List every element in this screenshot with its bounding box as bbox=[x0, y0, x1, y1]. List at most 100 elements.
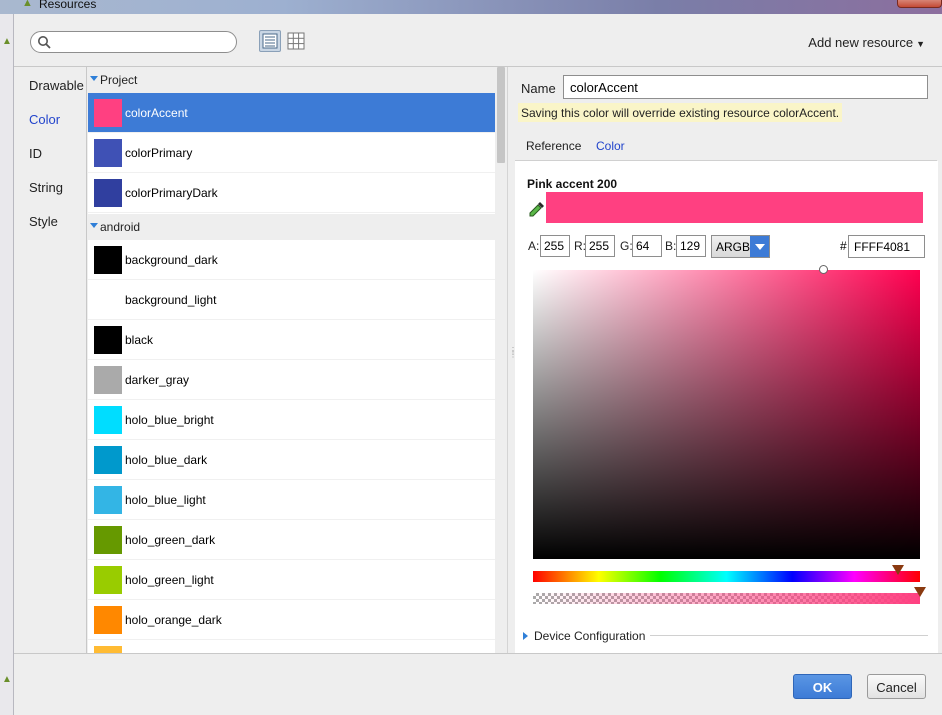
name-label: Name bbox=[521, 81, 556, 96]
resource-type-string[interactable]: String bbox=[29, 180, 63, 195]
window-close-button[interactable] bbox=[897, 0, 942, 8]
green-field[interactable]: 64 bbox=[632, 235, 662, 257]
color-swatch bbox=[94, 606, 122, 634]
device-configuration-toggle[interactable]: Device Configuration bbox=[534, 629, 645, 643]
color-swatch bbox=[94, 446, 122, 474]
resource-type-list: Drawable Color ID String Style bbox=[14, 67, 87, 653]
hue-slider[interactable] bbox=[533, 571, 920, 582]
color-swatch bbox=[94, 99, 122, 127]
color-swatch bbox=[94, 139, 122, 167]
list-item[interactable]: background_dark bbox=[88, 240, 495, 280]
saturation-brightness-area[interactable] bbox=[533, 270, 920, 559]
resource-type-drawable[interactable]: Drawable bbox=[29, 78, 84, 93]
dropdown-button[interactable] bbox=[750, 236, 769, 257]
alpha-label: A: bbox=[528, 239, 540, 253]
background-window-edge: ▲ ▲ bbox=[0, 14, 14, 715]
name-field[interactable] bbox=[563, 75, 928, 99]
list-item[interactable]: holo_green_dark bbox=[88, 520, 495, 560]
list-item-label: holo_blue_bright bbox=[125, 413, 214, 427]
list-item[interactable]: holo_blue_bright bbox=[88, 400, 495, 440]
color-name-label: Pink accent 200 bbox=[527, 177, 618, 191]
add-new-resource-button[interactable]: Add new resource ▼ bbox=[808, 35, 925, 50]
alpha-slider-thumb[interactable] bbox=[914, 587, 926, 597]
list-item[interactable]: darker_gray bbox=[88, 360, 495, 400]
expand-arrow-icon bbox=[90, 223, 98, 228]
color-swatch bbox=[94, 646, 122, 653]
list-item[interactable]: holo_blue_light bbox=[88, 480, 495, 520]
list-view-button[interactable] bbox=[259, 30, 281, 52]
color-swatch bbox=[94, 179, 122, 207]
color-swatch bbox=[94, 406, 122, 434]
search-icon bbox=[38, 36, 51, 49]
list-item-label: colorAccent bbox=[125, 106, 188, 120]
chevron-down-icon bbox=[755, 244, 765, 250]
resources-dialog: Add new resource ▼ Drawable Color ID Stri… bbox=[14, 14, 942, 715]
list-item[interactable]: colorPrimary bbox=[88, 133, 495, 173]
override-warning: Saving this color will override existing… bbox=[518, 103, 843, 122]
grid-view-icon bbox=[287, 32, 305, 50]
android-icon: ▲ bbox=[2, 674, 12, 685]
grid-view-button[interactable] bbox=[285, 30, 307, 52]
list-item[interactable]: colorPrimaryDark bbox=[88, 173, 495, 213]
color-mode-select[interactable]: ARGB bbox=[711, 235, 770, 258]
red-field[interactable]: 255 bbox=[585, 235, 615, 257]
chevron-down-icon: ▼ bbox=[916, 39, 925, 49]
alpha-slider[interactable] bbox=[533, 593, 920, 604]
list-item-label: holo_blue_light bbox=[125, 493, 206, 507]
list-item[interactable]: background_light bbox=[88, 280, 495, 320]
group-label: android bbox=[100, 220, 141, 234]
hex-prefix: # bbox=[840, 239, 847, 253]
expand-arrow-icon[interactable] bbox=[523, 632, 528, 640]
cancel-button[interactable]: Cancel bbox=[867, 674, 926, 699]
hex-field[interactable]: FFFF4081 bbox=[848, 235, 925, 258]
resource-type-color[interactable]: Color bbox=[29, 112, 60, 127]
color-swatch bbox=[94, 486, 122, 514]
color-swatch bbox=[94, 326, 122, 354]
divider bbox=[650, 635, 928, 636]
tab-color[interactable]: Color bbox=[596, 139, 625, 153]
list-item[interactable]: holo_orange_dark bbox=[88, 600, 495, 640]
list-item-label: background_dark bbox=[125, 253, 218, 267]
green-label: G: bbox=[620, 239, 633, 253]
divider bbox=[14, 653, 942, 654]
list-item-label: holo_blue_dark bbox=[125, 453, 208, 467]
blue-field[interactable]: 129 bbox=[676, 235, 706, 257]
list-item[interactable]: holo_green_light bbox=[88, 560, 495, 600]
resource-type-style[interactable]: Style bbox=[29, 214, 58, 229]
group-label: Project bbox=[100, 73, 138, 87]
list-item-label: black bbox=[125, 333, 154, 347]
list-item[interactable]: black bbox=[88, 320, 495, 360]
list-scrollbar[interactable] bbox=[495, 67, 507, 653]
saturation-marker[interactable] bbox=[819, 265, 828, 274]
group-header-project[interactable]: Project bbox=[88, 67, 495, 93]
window-title: Resources bbox=[39, 0, 97, 11]
list-item[interactable]: holo_blue_dark bbox=[88, 440, 495, 480]
android-icon: ▲ bbox=[2, 36, 12, 47]
list-item-label: colorPrimary bbox=[125, 146, 193, 160]
alpha-field[interactable]: 255 bbox=[540, 235, 570, 257]
color-preview bbox=[546, 192, 923, 223]
list-view-icon bbox=[262, 33, 278, 49]
expand-arrow-icon bbox=[90, 76, 98, 81]
resource-list: Project colorAccent colorPrimary colorPr… bbox=[88, 67, 495, 653]
resource-type-id[interactable]: ID bbox=[29, 146, 42, 161]
ok-button[interactable]: OK bbox=[793, 674, 852, 699]
color-swatch bbox=[94, 526, 122, 554]
color-swatch bbox=[94, 286, 122, 314]
hue-slider-thumb[interactable] bbox=[892, 565, 904, 575]
list-item-label: holo_green_dark bbox=[125, 533, 216, 547]
color-swatch bbox=[94, 246, 122, 274]
list-item[interactable] bbox=[88, 640, 495, 653]
color-mode-value: ARGB bbox=[716, 240, 751, 254]
search-input[interactable] bbox=[30, 31, 237, 53]
group-header-android[interactable]: android bbox=[88, 214, 495, 240]
add-new-resource-label: Add new resource bbox=[808, 35, 914, 50]
list-item-label: background_light bbox=[125, 293, 217, 307]
list-item-label: darker_gray bbox=[125, 373, 190, 387]
panel-splitter[interactable]: ⋮ ⋮ bbox=[507, 67, 517, 653]
list-item[interactable]: colorAccent bbox=[88, 93, 495, 133]
list-item-label: colorPrimaryDark bbox=[125, 186, 218, 200]
tab-reference[interactable]: Reference bbox=[526, 139, 581, 153]
scrollbar-thumb[interactable] bbox=[497, 67, 505, 163]
eyedropper-icon[interactable] bbox=[528, 200, 546, 218]
